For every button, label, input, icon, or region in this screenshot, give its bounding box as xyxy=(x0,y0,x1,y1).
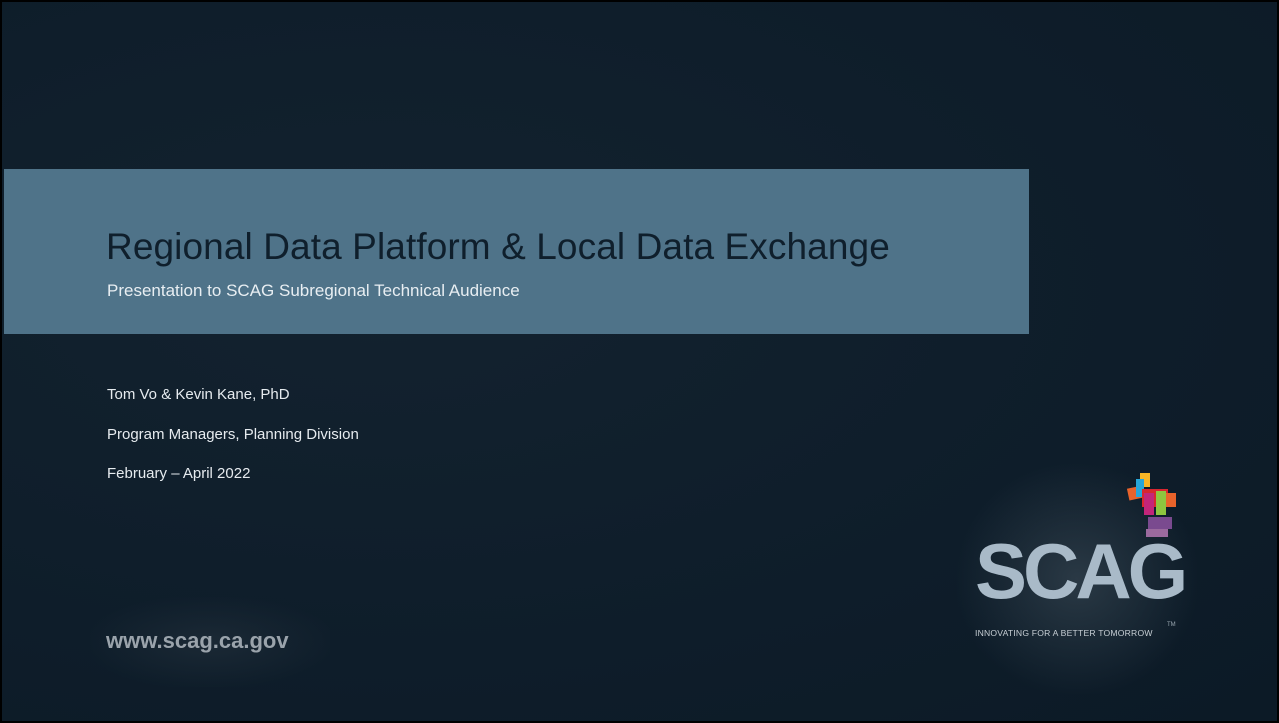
logo-trademark: TM xyxy=(1167,622,1176,628)
slide-title: Regional Data Platform & Local Data Exch… xyxy=(106,226,890,267)
presentation-dates: February – April 2022 xyxy=(107,465,251,482)
title-slide: Regional Data Platform & Local Data Exch… xyxy=(0,0,1279,723)
logo-tagline: INNOVATING FOR A BETTER TOMORROW xyxy=(975,628,1153,638)
presenter-names: Tom Vo & Kevin Kane, PhD xyxy=(107,386,290,403)
scag-logo: SCAG TM INNOVATING FOR A BETTER TOMORROW xyxy=(957,464,1197,694)
slide-subtitle: Presentation to SCAG Subregional Technic… xyxy=(107,281,520,300)
presenter-role: Program Managers, Planning Division xyxy=(107,426,359,443)
website-url: www.scag.ca.gov xyxy=(106,628,289,653)
logo-wordmark: SCAG xyxy=(975,527,1188,615)
